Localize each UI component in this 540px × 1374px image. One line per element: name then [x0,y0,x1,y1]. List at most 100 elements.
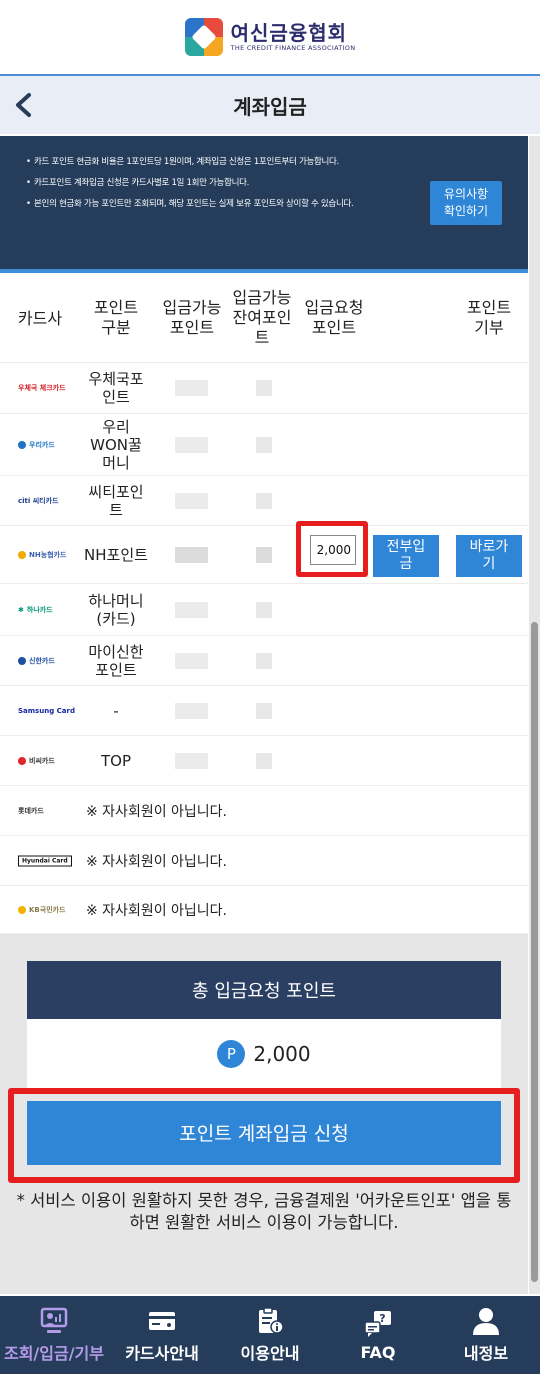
available-points-masked [175,492,208,509]
card-logo-hana: ✱ 하나카드 [18,605,53,614]
nav-card-company-info[interactable]: 카드사안내 [108,1296,216,1374]
nav-inquiry-deposit-donate[interactable]: 조회/입금/기부 [0,1296,108,1374]
card-logo-hyundai: Hyundai Card [18,855,72,866]
hana-logo-icon: ✱ [18,605,24,614]
scrollbar-thumb[interactable] [531,622,538,1282]
table-row: 롯데카드 ※ 자사회원이 아닙니다. [0,785,528,835]
available-points-masked [175,601,208,618]
notice-list: 카드 포인트 현금화 비율은 1포인트당 1원이며, 계좌입금 신청은 1포인트… [26,156,386,219]
point-type: 하나머니 (카드) [88,591,144,628]
nav-usage-guide[interactable]: 이용안내 [216,1296,324,1374]
nav-my-info[interactable]: 내정보 [432,1296,540,1374]
notice-item: 카드 포인트 현금화 비율은 1포인트당 1원이며, 계좌입금 신청은 1포인트… [26,156,386,168]
available-points-masked [175,702,208,719]
remaining-points-masked [256,546,272,563]
card-icon [149,1312,175,1330]
service-footnote: * 서비스 이용이 원활하지 못한 경우, 금융결제원 '어카운트인포' 앱을 … [16,1191,512,1232]
remaining-points-masked [256,436,272,453]
user-icon [473,1308,499,1335]
woori-logo-icon [18,440,26,449]
title-bar: 계좌입금 [0,74,540,134]
kb-logo-icon [18,905,26,914]
available-points-masked [175,546,208,563]
apply-deposit-button[interactable]: 포인트 계좌입금 신청 [27,1101,501,1165]
notice-item: 본인의 현금화 가능 포인트만 조회되며, 해당 포인트는 실제 보유 포인트와… [26,198,386,210]
request-highlight-frame: 2,000 [296,521,368,577]
available-points-masked [175,436,208,453]
caution-button[interactable]: 유의사항 확인하기 [430,181,502,225]
monitor-person-icon [40,1307,68,1333]
shinhan-logo-icon [18,656,26,665]
card-logo-citi: citi 씨티카드 [18,496,59,505]
table-header: 카드사 포인트 구분 입금가능 포인트 입금가능 잔여포인 트 입금요청 포인트 포인트 기… [0,276,528,362]
deposit-all-button[interactable]: 전부입 금 [373,535,439,577]
card-logo-lotte: 롯데카드 [18,806,44,815]
summary-area: 총 입금요청 포인트 P 2,000 포인트 계좌입금 신청 * 서비스 이용이… [0,934,528,1294]
clipboard-info-icon [259,1307,284,1334]
table-row: 비씨카드 TOP [0,735,528,785]
point-type: 우리 WON꿀 머니 [90,417,142,472]
table-row: Hyundai Card ※ 자사회원이 아닙니다. [0,835,528,885]
col-header-available: 입금가능 포인트 [162,298,222,337]
point-type: NH포인트 [84,545,148,564]
table-row: KB국민카드 ※ 자사회원이 아닙니다. [0,885,528,934]
col-header-point-type: 포인트 구분 [93,298,139,337]
table-row: 신한카드 마이신한 포인트 [0,635,528,685]
col-header-remaining: 입금가능 잔여포인 트 [232,288,292,347]
request-point-input[interactable]: 2,000 [310,535,356,565]
card-logo-bc: 비씨카드 [18,756,55,766]
available-points-masked [175,752,208,769]
point-type: 우체국포 인트 [88,370,144,406]
card-logo-shinhan: 신한카드 [18,656,55,666]
association-logo-icon [184,18,223,56]
card-logo-nh: NH농협카드 [18,550,66,560]
total-request-value: 2,000 [253,1042,311,1066]
logo-subtitle: THE CREDIT FINANCE ASSOCIATION [230,44,356,52]
non-member-note: ※ 자사회원이 아닙니다. [86,853,228,870]
point-type: TOP [100,751,131,770]
bc-logo-icon [18,756,26,765]
scrollbar[interactable] [529,136,540,1294]
col-header-card: 카드사 [17,309,63,328]
total-request-title: 총 입금요청 포인트 [27,961,501,1019]
card-table-body: 우체국 체크카드 우체국포 인트 우리카드 우리 WON꿀 머니 citi 씨티카드 … [0,362,528,934]
chat-question-icon: ? [364,1310,391,1337]
remaining-points-masked [256,601,272,618]
bottom-nav: 조회/입금/기부 카드사안내 이용안내 ? FAQ 내정보 [0,1296,540,1374]
logo-bar: 여신금융협회 THE CREDIT FINANCE ASSOCIATION [0,0,540,74]
back-button[interactable] [8,88,38,122]
nav-faq[interactable]: ? FAQ [324,1296,432,1374]
table-row: NH농협카드 NH포인트 2,000 전부입 금 바로가 기 [0,521,528,583]
remaining-points-masked [256,752,272,769]
col-header-donate: 포인트 기부 [466,298,512,337]
notice-panel: 카드 포인트 현금화 비율은 1포인트당 1원이며, 계좌입금 신청은 1포인트… [0,136,528,273]
card-logo-post: 우체국 체크카드 [18,384,66,392]
nh-logo-icon [18,550,26,559]
remaining-points-masked [256,492,272,509]
point-p-icon: P [217,1040,246,1068]
logo-name: 여신금융협회 [230,21,348,45]
notice-item: 카드포인트 계좌입금 신청은 카드사별로 1일 1회만 가능합니다. [26,177,386,189]
non-member-note: ※ 자사회원이 아닙니다. [86,902,228,919]
non-member-note: ※ 자사회원이 아닙니다. [86,803,228,820]
col-header-request: 입금요청 포인트 [304,298,364,337]
point-type: 씨티포인 트 [88,482,144,519]
table-row: 우체국 체크카드 우체국포 인트 [0,362,528,413]
card-logo-samsung: Samsung Card [18,706,75,715]
remaining-points-masked [256,702,272,719]
remaining-points-masked [256,652,272,669]
point-type: - [113,701,119,720]
donate-shortcut-button[interactable]: 바로가 기 [456,535,522,577]
apply-highlight-frame: 포인트 계좌입금 신청 [8,1088,520,1183]
page-title: 계좌입금 [233,94,307,119]
table-row: 우리카드 우리 WON꿀 머니 [0,413,528,475]
available-points-masked [175,380,208,396]
table-row: Samsung Card - [0,685,528,735]
available-points-masked [175,652,208,669]
card-logo-woori: 우리카드 [18,440,55,450]
chevron-left-icon [16,93,31,117]
card-logo-kb: KB국민카드 [18,905,66,915]
total-request-card: 총 입금요청 포인트 P 2,000 [27,961,501,1089]
table-row: citi 씨티카드 씨티포인 트 [0,475,528,525]
table-row: ✱ 하나카드 하나머니 (카드) [0,583,528,635]
